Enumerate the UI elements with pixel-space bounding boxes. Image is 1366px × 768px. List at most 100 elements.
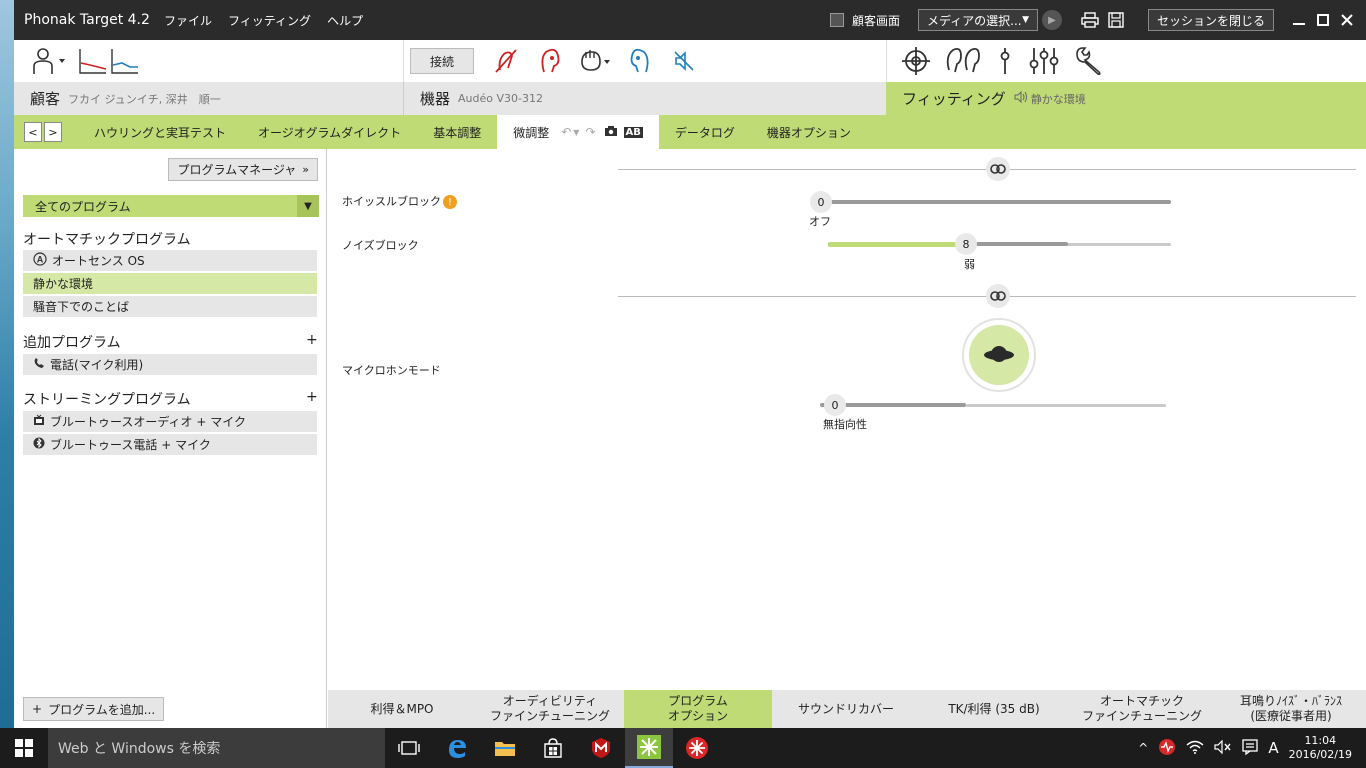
hearing-aid-left-off-icon[interactable] (494, 48, 518, 74)
wrench-icon[interactable] (1073, 46, 1103, 76)
menu-file[interactable]: ファイル (164, 12, 212, 29)
close-icon[interactable] (1336, 9, 1358, 31)
menu-help[interactable]: ヘルプ (327, 12, 363, 29)
program-item-label: 電話(マイク利用) (50, 358, 144, 372)
equalizer-icon[interactable] (1029, 46, 1059, 76)
program-item[interactable]: 電話(マイク利用) (23, 354, 317, 376)
single-slider-icon[interactable] (995, 46, 1015, 76)
minimize-icon[interactable] (1288, 9, 1310, 31)
tab-sound-recover-label: サウンドリカバー (797, 701, 894, 716)
tab-datalog[interactable]: データログ (659, 115, 751, 149)
whistle-block-slider-track[interactable] (820, 200, 1171, 204)
red-app-icon[interactable] (673, 728, 721, 768)
add-streaming-program-icon[interactable]: + (306, 389, 318, 405)
wifi-icon[interactable] (1186, 740, 1204, 757)
warning-icon[interactable]: ! (443, 195, 457, 209)
mic-mode-slider-knob[interactable]: 0 (824, 394, 846, 416)
close-session-button[interactable]: セッションを閉じる (1147, 9, 1274, 31)
redo-icon[interactable]: ↷ (585, 125, 595, 139)
back-nav-button[interactable]: < (24, 122, 42, 142)
tab-fine-tuning-label: 微調整 (513, 125, 550, 140)
chevron-down-icon: ▼ (297, 195, 319, 217)
system-tray: ^ A 11:04 2016/02/19 (1138, 728, 1366, 768)
microphone-hand-icon[interactable] (578, 48, 612, 74)
maximize-icon[interactable] (1312, 9, 1334, 31)
app-title: Phonak Target 4.2 (24, 12, 150, 28)
camera-icon[interactable] (604, 125, 618, 140)
clock-date: 2016/02/19 (1288, 748, 1352, 761)
tab-tk-gain-label: TK/利得 (35 dB) (948, 701, 1040, 716)
print-icon[interactable] (1080, 10, 1100, 30)
tab-gain-mpo[interactable]: 利得＆MPO (328, 690, 476, 728)
omnidirectional-icon[interactable] (962, 318, 1036, 392)
noise-block-value-label: 弱 (964, 258, 975, 271)
noise-block-slider-knob[interactable]: 8 (955, 233, 977, 255)
mic-mode-value: 0 (831, 398, 839, 412)
tab-auto-fine-tuning[interactable]: オートマチック ファインチューニング (1068, 690, 1216, 728)
notification-icon[interactable] (1242, 738, 1258, 758)
client-screen-checkbox[interactable] (829, 13, 844, 27)
hearing-aid-right-blue-icon[interactable] (626, 46, 656, 76)
device-section[interactable]: 機器 Audéo V30-312 (403, 82, 886, 115)
file-explorer-icon[interactable] (481, 728, 529, 768)
add-program-button[interactable]: + プログラムを追加... (23, 697, 165, 721)
link-icon[interactable] (986, 157, 1010, 181)
clock[interactable]: 11:04 2016/02/19 (1289, 734, 1352, 762)
program-item[interactable]: 騒音下でのことば (23, 296, 317, 318)
program-item[interactable]: 静かな環境 (23, 273, 317, 295)
tab-tk-gain[interactable]: TK/利得 (35 dB) (920, 690, 1068, 728)
audiogram-icon[interactable] (78, 47, 142, 75)
health-monitor-icon[interactable] (1158, 738, 1176, 759)
forward-nav-button[interactable]: > (44, 122, 62, 142)
program-item[interactable]: A オートセンス OS (23, 250, 317, 272)
link-icon[interactable] (986, 284, 1010, 308)
tab-basic-tuning[interactable]: 基本調整 (417, 115, 497, 149)
ab-compare-button[interactable]: AB (623, 126, 643, 138)
taskbar-search-box[interactable]: Web と Windows を検索 (48, 728, 385, 768)
whistle-block-slider-knob[interactable]: 0 (810, 191, 832, 213)
hearing-aid-right-red-icon[interactable] (534, 46, 564, 76)
tab-tinnitus-balance[interactable]: 耳鳴りﾉｲｽﾞ・ﾊﾞﾗﾝｽ (医療従事者用) (1216, 690, 1366, 728)
all-programs-select[interactable]: 全てのプログラム ▼ (23, 195, 319, 217)
mic-mode-label: マイクロホンモード (342, 364, 441, 377)
phonak-target-icon[interactable] (625, 728, 673, 768)
speaker-mute-icon[interactable] (672, 49, 696, 73)
save-icon[interactable] (1106, 10, 1126, 30)
chevron-down-icon: ▼ (1022, 15, 1029, 25)
tab-program-options-line1: プログラム (668, 694, 728, 708)
program-manager-button[interactable]: プログラムマネージャ » (168, 158, 318, 181)
program-item[interactable]: ブルートゥースオーディオ + マイク (23, 411, 317, 433)
ime-indicator[interactable]: A (1268, 739, 1278, 757)
add-additional-program-icon[interactable]: + (306, 332, 318, 348)
tab-sound-recover[interactable]: サウンドリカバー (772, 690, 920, 728)
menu-fitting[interactable]: フィッティング (228, 12, 311, 29)
media-select[interactable]: メディアの選択... ▼ (917, 9, 1038, 31)
target-icon[interactable] (901, 46, 931, 76)
tab-audibility-fine-tuning[interactable]: オーディビリティ ファインチューニング (476, 690, 624, 728)
tab-audibility-line1: オーディビリティ (502, 694, 598, 708)
play-icon[interactable]: ▶ (1041, 10, 1062, 30)
add-program-label: プログラムを追加... (48, 702, 156, 717)
mcafee-icon[interactable] (577, 728, 625, 768)
chevron-down-icon[interactable]: ▼ (573, 128, 579, 137)
chevron-up-icon[interactable]: ^ (1138, 741, 1148, 755)
volume-mute-icon[interactable] (1214, 739, 1232, 757)
ears-icon[interactable] (945, 46, 981, 76)
store-icon[interactable] (529, 728, 577, 768)
tab-feedback-test[interactable]: ハウリングと実耳テスト (78, 115, 242, 149)
connect-button[interactable]: 接続 (410, 48, 474, 74)
client-section[interactable]: 顧客 フカイ ジュンイチ, 深井 順一 (14, 82, 403, 115)
tab-program-options[interactable]: プログラム オプション (624, 690, 772, 728)
fitting-section[interactable]: フィッティング 静かな環境 (886, 82, 1366, 115)
client-person-icon[interactable] (32, 46, 66, 76)
program-item-label: 静かな環境 (33, 277, 94, 291)
windows-start-icon[interactable] (0, 728, 48, 768)
tab-audiogram-direct[interactable]: オージオグラムダイレクト (242, 115, 417, 149)
program-manager-label: プログラムマネージャ (177, 163, 297, 177)
edge-browser-icon[interactable] (433, 728, 481, 768)
tab-fine-tuning[interactable]: 微調整 ↶ ▼ ↷ AB (497, 115, 659, 149)
task-view-icon[interactable] (385, 728, 433, 768)
program-item[interactable]: ブルートゥース電話 + マイク (23, 434, 317, 456)
tab-device-options[interactable]: 機器オプション (751, 115, 867, 149)
undo-icon[interactable]: ↶ (561, 125, 571, 139)
